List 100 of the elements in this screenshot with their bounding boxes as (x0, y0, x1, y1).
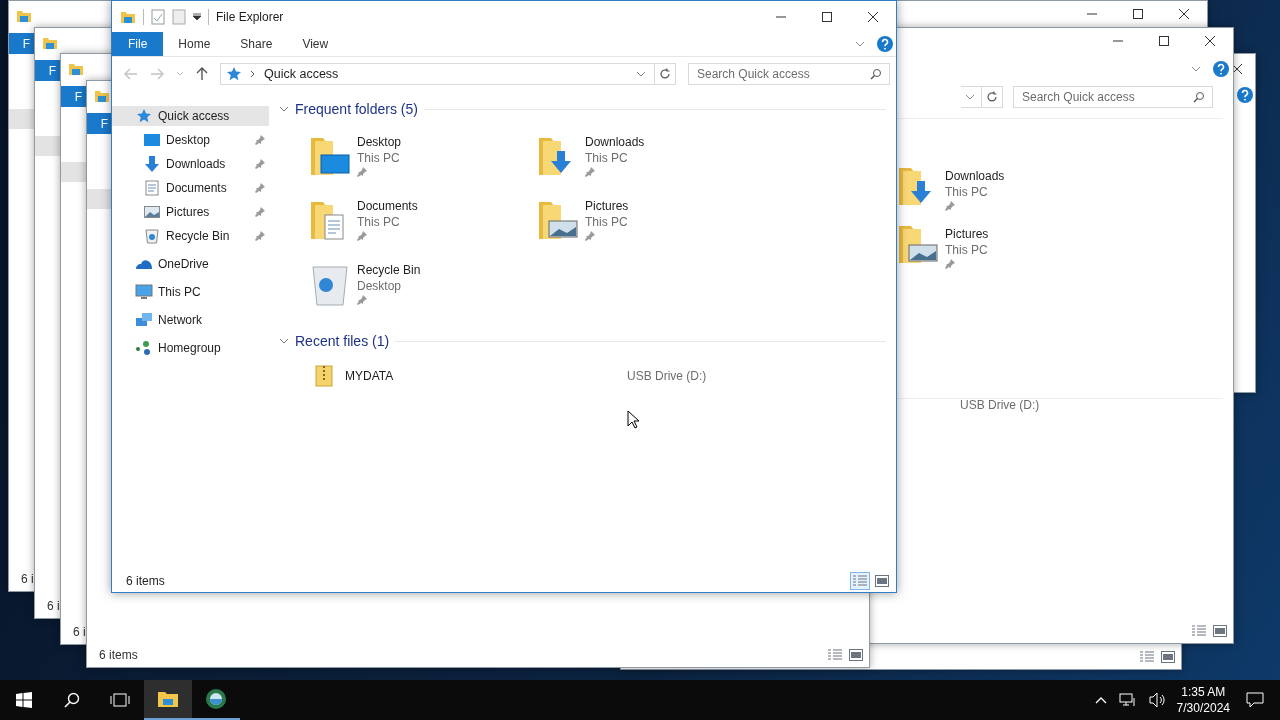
status-text: 6 items (126, 574, 165, 588)
nav-item[interactable]: Documents (112, 178, 269, 198)
window-title: File Explorer (216, 9, 284, 24)
ribbon-tab[interactable]: Share (225, 32, 288, 56)
folder-name: Recycle Bin (357, 263, 421, 277)
folder-name: Documents (357, 199, 418, 213)
file-location: USB Drive (D:) (627, 369, 707, 383)
folder-name: Desktop (357, 135, 402, 149)
folder-location: This PC (945, 243, 989, 257)
cut-off-file-tab[interactable]: F (9, 33, 34, 54)
file-explorer-taskbar-button[interactable] (144, 680, 192, 720)
up-arrow-icon[interactable] (196, 67, 208, 81)
network-icon (135, 312, 153, 328)
breadcrumb-chevron-icon[interactable] (250, 70, 256, 78)
selected-row-highlight (61, 162, 87, 182)
file-name: MYDATA (345, 369, 395, 383)
folder-with-picture-icon (537, 199, 579, 241)
nav-item[interactable]: Quick access (112, 106, 269, 126)
picture-icon (144, 205, 160, 219)
ribbon-tab[interactable]: Home (163, 32, 226, 56)
status-text: 6 i (21, 572, 34, 586)
status-text: 6 items (99, 648, 138, 662)
section-heading[interactable]: Recent files (1) (295, 333, 390, 349)
refresh-icon[interactable] (986, 91, 998, 103)
star-icon (136, 108, 152, 124)
folder-location: This PC (585, 151, 629, 165)
chevron-down-icon[interactable] (636, 71, 646, 77)
chevron-up-icon[interactable] (1094, 696, 1107, 704)
nav-item[interactable]: Pictures (112, 202, 269, 222)
folder-location: This PC (357, 215, 401, 229)
search-field[interactable]: Search Quick access (1013, 86, 1213, 108)
folder-with-picture-icon (897, 223, 939, 265)
clock-time[interactable]: 1:35 AM (1181, 684, 1226, 700)
globe-icon[interactable] (205, 688, 227, 710)
close-icon[interactable] (868, 11, 878, 22)
chevron-down-icon[interactable] (279, 336, 289, 346)
maximize-icon[interactable] (1133, 9, 1143, 19)
folder-app-icon (16, 8, 32, 24)
selected-row-highlight (9, 109, 35, 129)
nav-item[interactable]: Downloads (112, 154, 269, 174)
close-icon[interactable] (1179, 9, 1189, 19)
help-icon[interactable] (1237, 87, 1253, 103)
chevron-down-icon[interactable] (855, 41, 865, 47)
search-icon[interactable] (64, 692, 80, 708)
search-field[interactable]: Search Quick access (688, 63, 890, 85)
folder-app-icon (68, 61, 84, 77)
recent-file-row[interactable]: MYDATA USB Drive (D:) (279, 363, 886, 389)
volume-icon[interactable] (1148, 692, 1167, 708)
document-icon (145, 180, 159, 196)
help-icon[interactable] (877, 36, 893, 52)
section-heading[interactable]: Frequent folders (5) (295, 101, 418, 117)
large-icons-view-icon[interactable] (1213, 625, 1227, 637)
folder-tile[interactable]: Downloads This PC (537, 131, 765, 185)
folder-tile[interactable]: Pictures This PC (537, 195, 765, 249)
ribbon-tab[interactable]: File (112, 32, 164, 56)
network-icon[interactable] (1118, 692, 1137, 708)
notifications-icon[interactable] (1246, 692, 1264, 708)
clock-date[interactable]: 7/30/2024 (1176, 700, 1230, 716)
minimize-icon[interactable] (776, 15, 786, 18)
nav-item[interactable]: OneDrive (112, 254, 269, 274)
ribbon-tab[interactable]: View (287, 32, 344, 56)
folder-tile[interactable]: Documents This PC (309, 195, 537, 249)
help-icon[interactable] (1213, 61, 1229, 77)
folder-tile[interactable]: Recycle Bin Desktop (309, 259, 537, 313)
windows-logo-icon[interactable] (16, 692, 32, 708)
task-view-icon[interactable] (110, 692, 130, 708)
cut-off-file-tab[interactable]: F (87, 113, 112, 134)
nav-item[interactable]: Desktop (112, 130, 269, 150)
recycle-bin-icon (310, 263, 350, 307)
nav-item[interactable]: Recycle Bin (112, 226, 269, 246)
nav-item[interactable]: Network (112, 310, 269, 330)
chevron-down-icon[interactable] (279, 104, 289, 114)
folder-name: Downloads (945, 169, 1005, 183)
large-icons-view-icon[interactable] (1161, 651, 1175, 663)
refresh-icon[interactable] (659, 68, 671, 80)
chevron-down-icon[interactable] (965, 94, 975, 100)
selected-row-highlight (35, 136, 61, 156)
download-arrow-icon (144, 156, 160, 172)
close-icon[interactable] (1205, 36, 1215, 46)
large-icons-view-icon[interactable] (849, 649, 863, 661)
monitor-icon (135, 284, 153, 300)
close-icon[interactable] (1232, 64, 1242, 74)
folder-tile[interactable]: Desktop This PC (309, 131, 537, 185)
cut-off-file-tab[interactable]: F (35, 60, 60, 81)
folder-location: This PC (945, 185, 989, 199)
folder-name: Pictures (945, 227, 989, 241)
folder-tile[interactable]: Pictures This PC (897, 223, 1005, 277)
maximize-icon[interactable] (1159, 36, 1169, 46)
chevron-down-icon[interactable] (1191, 66, 1201, 72)
cut-off-file-tab[interactable]: F (61, 86, 86, 107)
folder-icon[interactable] (157, 690, 179, 708)
dropdown-caret-icon[interactable] (193, 12, 201, 21)
mouse-cursor-icon (627, 410, 639, 429)
folder-name: Pictures (585, 199, 629, 213)
address-bar[interactable]: Quick access (220, 63, 676, 85)
nav-item[interactable]: Homegroup (112, 338, 269, 358)
folder-tile[interactable]: Downloads This PC (897, 165, 1005, 219)
recycle-bin-icon (145, 228, 159, 244)
nav-item[interactable]: This PC (112, 282, 269, 302)
maximize-icon[interactable] (822, 11, 832, 22)
